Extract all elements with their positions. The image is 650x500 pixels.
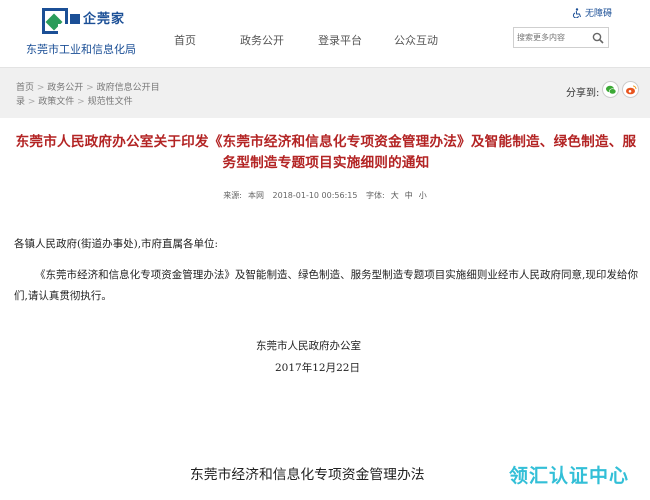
nav-item-public-interaction[interactable]: 公众互动 <box>394 32 438 48</box>
article-paragraph: 《东莞市经济和信息化专项资金管理办法》及智能制造、绿色制造、服务型制造专题项目实… <box>14 269 638 302</box>
publish-datetime: 2018-01-10 00:56:15 <box>272 191 358 200</box>
breadcrumb-separator: > <box>34 83 48 93</box>
breadcrumb-item[interactable]: 首页 <box>16 83 34 93</box>
accessibility-link[interactable]: 无障碍 <box>572 6 612 19</box>
watermark: 领汇认证中心 <box>509 465 630 487</box>
nav-item-home[interactable]: 首页 <box>174 32 196 48</box>
accessibility-label: 无障碍 <box>585 9 613 19</box>
breadcrumb: 首页 > 政务公开 > 政府信息公开目录 > 政策文件 > 规范性文件 <box>16 81 162 109</box>
breadcrumb-bar: 首页 > 政务公开 > 政府信息公开目录 > 政策文件 > 规范性文件 分享到: <box>0 68 650 118</box>
breadcrumb-item[interactable]: 政务公开 <box>47 83 83 93</box>
signature-org: 东莞市人民政府办公室 <box>256 340 361 352</box>
search-input[interactable] <box>517 30 591 45</box>
signature-date: 2017年12月22日 <box>275 362 360 374</box>
font-size-large-button[interactable]: 大 <box>391 191 399 200</box>
font-size-medium-button[interactable]: 中 <box>405 191 413 200</box>
wechat-icon <box>606 85 617 95</box>
search-icon[interactable] <box>592 32 604 44</box>
article-title: 东莞市人民政府办公室关于印发《东莞市经济和信息化专项资金管理办法》及智能制造、绿… <box>15 134 637 171</box>
nav-item-login-platform[interactable]: 登录平台 <box>318 32 362 48</box>
site-name[interactable]: 东莞市工业和信息化局 <box>26 41 136 57</box>
font-size-small-button[interactable]: 小 <box>419 191 427 200</box>
logo-mark[interactable]: 企莞家 <box>70 8 125 27</box>
article-salutation: 各镇人民政府(街道办事处),市府直属各单位: <box>14 238 219 250</box>
site-header: 企莞家 东莞市工业和信息化局 首页 政务公开 登录平台 公众互动 无障碍 <box>0 0 650 68</box>
site-logo-icon[interactable] <box>42 8 68 34</box>
source-value: 本网 <box>247 191 264 200</box>
share-weibo-button[interactable] <box>622 81 639 98</box>
share-wechat-button[interactable] <box>602 81 619 98</box>
breadcrumb-item[interactable]: 规范性文件 <box>88 97 133 107</box>
wheelchair-icon <box>572 8 581 18</box>
source-label: 来源: <box>223 191 242 200</box>
share-label: 分享到: <box>566 88 600 99</box>
article-meta: 来源: 本网 2018-01-10 00:56:15 字体: 大中小 <box>0 190 650 201</box>
weibo-icon <box>626 85 637 95</box>
breadcrumb-separator: > <box>83 83 97 93</box>
attachment-title: 东莞市经济和信息化专项资金管理办法 <box>190 467 425 483</box>
nav-item-gov-affairs[interactable]: 政务公开 <box>240 32 284 48</box>
breadcrumb-item[interactable]: 政策文件 <box>38 97 74 107</box>
breadcrumb-separator: > <box>25 97 39 107</box>
breadcrumb-separator: > <box>74 97 88 107</box>
search-box <box>513 27 609 48</box>
font-size-label: 字体: <box>366 191 385 200</box>
